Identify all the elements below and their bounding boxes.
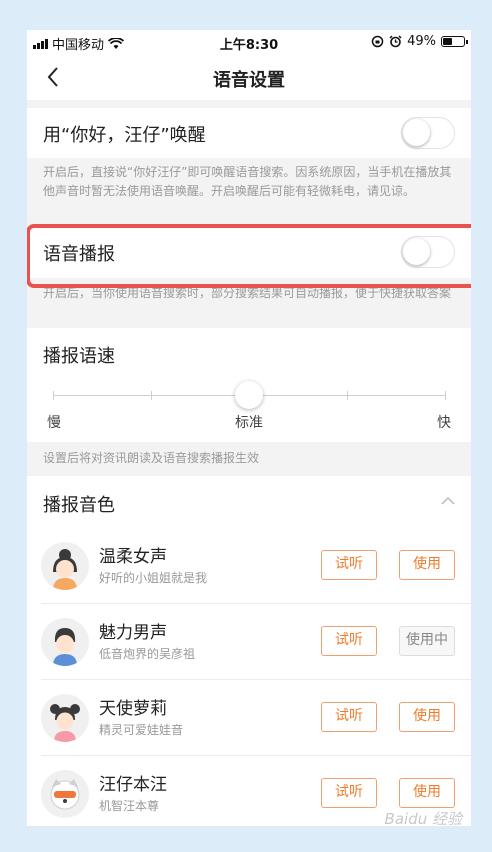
speed-label-standard: 标准 (235, 415, 263, 431)
in-use-button[interactable]: 使用中 (399, 626, 455, 656)
rotation-lock-icon (371, 35, 384, 48)
battery-percent: 49% (407, 34, 436, 49)
voice-name: 汪仔本汪 (99, 775, 167, 795)
try-button[interactable]: 试听 (321, 626, 377, 656)
speed-slider-thumb[interactable] (235, 381, 263, 409)
voice-item: 魅力男声 低音炮界的吴彦祖 试听 使用中 (27, 604, 471, 680)
voice-section-title: 播报音色 (43, 495, 115, 516)
voice-item: 天使萝莉 精灵可爱娃娃音 试听 使用 (27, 680, 471, 756)
speed-slider-tick (53, 391, 54, 400)
voice-desc: 精灵可爱娃娃音 (99, 723, 184, 737)
try-button[interactable]: 试听 (321, 702, 377, 732)
dog-avatar (41, 770, 89, 818)
voice-desc: 好听的小姐姐就是我 (99, 571, 208, 585)
battery-icon (441, 36, 468, 47)
broadcast-toggle[interactable] (401, 236, 455, 268)
broadcast-hint: 开启后，当你使用语音搜索时，部分搜索结果可自动播报，便于快捷获取答案 (43, 286, 452, 300)
voice-item: 温柔女声 好听的小姐姐就是我 试听 使用 (27, 528, 471, 604)
broadcast-setting-row: 语音播报 (27, 228, 471, 278)
try-button[interactable]: 试听 (321, 778, 377, 808)
watermark: Baidu 经验 (384, 810, 462, 828)
speed-slider-tick (151, 391, 152, 400)
status-bar: 中国移动 上午8:30 49% (27, 30, 471, 54)
speed-label-fast: 快 (437, 415, 451, 431)
wake-toggle[interactable] (401, 117, 455, 149)
phone-screen: 中国移动 上午8:30 49% 语音设置 用“你好，汪仔”唤醒 开启后，直接说“… (27, 30, 471, 826)
voice-desc: 低音炮界的吴彦祖 (99, 647, 196, 661)
wake-hint: 开启后，直接说“你好汪仔”即可唤醒语音搜索。因系统原因，当手机在播放其他声音时暂… (43, 165, 452, 198)
speed-label-slow: 慢 (47, 415, 61, 431)
page-title: 语音设置 (213, 70, 285, 91)
voice-name: 温柔女声 (99, 547, 167, 567)
girl-avatar (41, 694, 89, 742)
use-button[interactable]: 使用 (399, 778, 455, 808)
broadcast-setting-label: 语音播报 (43, 244, 115, 265)
speed-slider-tick (347, 391, 348, 400)
speed-title: 播报语速 (43, 346, 115, 367)
voice-name: 天使萝莉 (99, 699, 167, 719)
female-avatar (41, 542, 89, 590)
nav-bar: 语音设置 (27, 54, 471, 100)
voice-section-header[interactable]: 播报音色 (27, 476, 471, 528)
voice-desc: 机智汪本尊 (99, 799, 160, 813)
wake-setting-label: 用“你好，汪仔”唤醒 (43, 125, 206, 146)
speed-slider-tick (445, 391, 446, 400)
chevron-up-icon[interactable] (441, 496, 455, 506)
speed-hint: 设置后将对资讯朗读及语音搜索播报生效 (43, 451, 260, 465)
use-button[interactable]: 使用 (399, 702, 455, 732)
use-button[interactable]: 使用 (399, 550, 455, 580)
voice-name: 魅力男声 (99, 623, 167, 643)
try-button[interactable]: 试听 (321, 550, 377, 580)
wake-setting-row: 用“你好，汪仔”唤醒 (27, 108, 471, 158)
male-avatar (41, 618, 89, 666)
alarm-icon (389, 35, 402, 48)
